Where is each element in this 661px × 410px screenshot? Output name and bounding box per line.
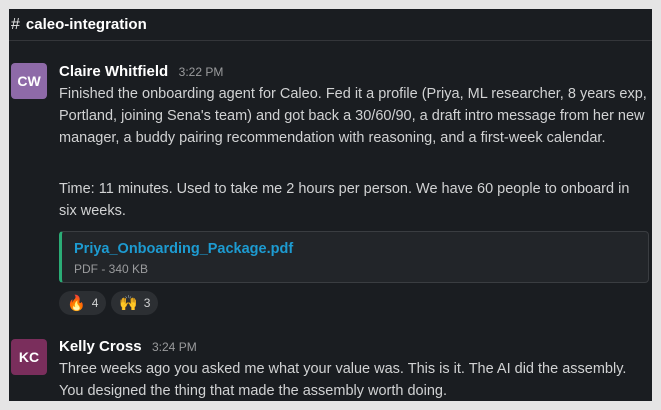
message-header: Kelly Cross 3:24 PM bbox=[59, 338, 197, 356]
message-item: KC Kelly Cross 3:24 PM Three weeks ago y… bbox=[9, 338, 652, 401]
reaction-raised-hands[interactable]: 🙌 3 bbox=[111, 291, 159, 315]
reaction-count: 4 bbox=[91, 296, 99, 310]
avatar[interactable]: KC bbox=[11, 339, 47, 375]
channel-hash-icon: # bbox=[11, 15, 20, 33]
message-timestamp[interactable]: 3:24 PM bbox=[152, 340, 197, 354]
avatar[interactable]: CW bbox=[11, 63, 47, 99]
fire-emoji-icon: 🔥 bbox=[67, 295, 86, 312]
attachment-filename[interactable]: Priya_Onboarding_Package.pdf bbox=[74, 241, 293, 257]
avatar-initials: CW bbox=[17, 73, 41, 89]
message-timestamp[interactable]: 3:22 PM bbox=[179, 65, 224, 79]
attachment-meta: PDF - 340 KB bbox=[74, 262, 149, 276]
message-text: Three weeks ago you asked me what your v… bbox=[59, 361, 627, 399]
channel-name[interactable]: caleo-integration bbox=[26, 16, 147, 33]
raised-hands-emoji-icon: 🙌 bbox=[119, 295, 138, 312]
file-attachment[interactable]: Priya_Onboarding_Package.pdf PDF - 340 K… bbox=[59, 231, 649, 283]
message-text: Finished the onboarding agent for Caleo.… bbox=[59, 86, 647, 146]
reaction-fire[interactable]: 🔥 4 bbox=[59, 291, 107, 315]
author-name[interactable]: Kelly Cross bbox=[59, 338, 142, 355]
avatar-initials: KC bbox=[18, 349, 40, 365]
slack-window: # caleo-integration CW Claire Whitfield … bbox=[9, 9, 652, 401]
channel-header[interactable]: # caleo-integration bbox=[9, 9, 652, 41]
message-item: CW Claire Whitfield 3:22 PM Finished the… bbox=[9, 63, 652, 319]
message-text: Time: 11 minutes. Used to take me 2 hour… bbox=[59, 181, 630, 219]
reaction-count: 3 bbox=[143, 296, 151, 310]
message-header: Claire Whitfield 3:22 PM bbox=[59, 63, 223, 81]
author-name[interactable]: Claire Whitfield bbox=[59, 63, 168, 80]
